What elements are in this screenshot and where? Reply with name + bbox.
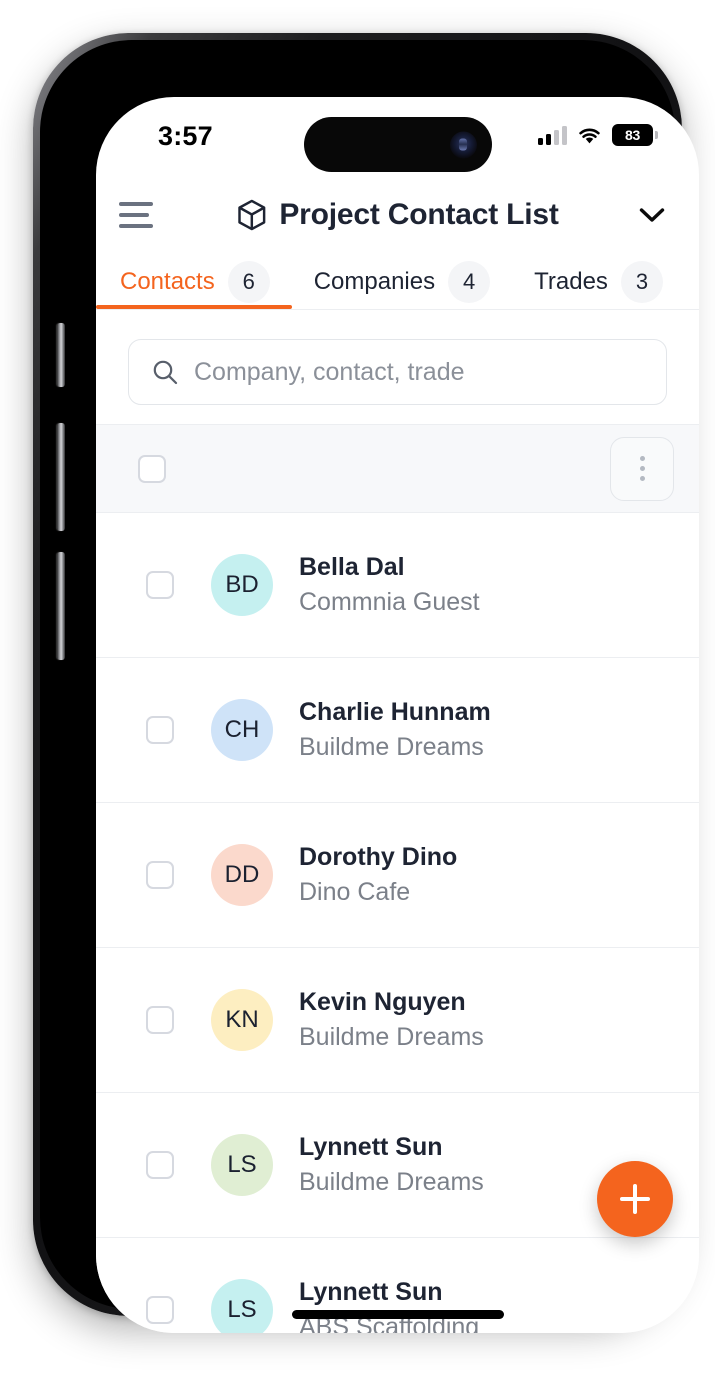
search-section: Company, contact, trade bbox=[96, 322, 699, 422]
tab-contacts[interactable]: Contacts 6 bbox=[96, 255, 292, 309]
battery-percent: 83 bbox=[625, 127, 640, 143]
chevron-down-icon[interactable] bbox=[635, 198, 669, 232]
tab-contacts-count: 6 bbox=[227, 261, 270, 303]
avatar: LS bbox=[211, 1279, 273, 1333]
row-checkbox[interactable] bbox=[146, 716, 174, 744]
volume-up-button[interactable] bbox=[57, 423, 65, 531]
row-text: Bella Dal Commnia Guest bbox=[299, 553, 480, 617]
battery-icon: 83 bbox=[612, 124, 658, 146]
tab-contacts-label: Contacts bbox=[120, 268, 215, 295]
contact-company: Buildme Dreams bbox=[299, 1023, 484, 1051]
status-time: 3:57 bbox=[158, 121, 213, 151]
cellular-signal-icon bbox=[538, 125, 567, 145]
table-row[interactable]: DD Dorothy Dino Dino Cafe bbox=[96, 803, 699, 948]
tab-trades-label: Trades bbox=[534, 268, 608, 295]
avatar: BD bbox=[211, 554, 273, 616]
page-title: Project Contact List bbox=[279, 198, 559, 231]
wifi-icon bbox=[579, 128, 600, 143]
contact-name: Lynnett Sun bbox=[299, 1278, 443, 1306]
row-text: Lynnett Sun ABS Scaffolding bbox=[299, 1278, 479, 1333]
hamburger-menu-icon[interactable] bbox=[119, 202, 153, 228]
contact-company: Commnia Guest bbox=[299, 588, 480, 616]
dynamic-island bbox=[303, 117, 492, 172]
contact-company: Dino Cafe bbox=[299, 878, 411, 906]
row-text: Charlie Hunnam Buildme Dreams bbox=[299, 698, 491, 762]
tab-companies[interactable]: Companies 4 bbox=[292, 255, 512, 309]
action-button[interactable] bbox=[57, 323, 65, 387]
contact-name: Dorothy Dino bbox=[299, 843, 458, 871]
contact-company: Buildme Dreams bbox=[299, 1168, 484, 1196]
header-title-group[interactable]: Project Contact List bbox=[236, 198, 559, 232]
tab-trades[interactable]: Trades 3 bbox=[512, 255, 673, 309]
phone-frame-bezel: 3:57 83 Project Contact List Contacts 6 … bbox=[40, 40, 699, 1333]
tab-companies-label: Companies bbox=[313, 268, 436, 295]
add-contact-fab[interactable] bbox=[597, 1161, 673, 1237]
contact-name: Kevin Nguyen bbox=[299, 988, 466, 1016]
row-text: Dorothy Dino Dino Cafe bbox=[299, 843, 457, 907]
search-input[interactable]: Company, contact, trade bbox=[128, 339, 667, 405]
tab-bar: Contacts 6 Companies 4 Trades 3 bbox=[96, 255, 699, 311]
row-checkbox[interactable] bbox=[146, 1151, 174, 1179]
row-checkbox[interactable] bbox=[146, 1296, 174, 1324]
contact-name: Lynnett Sun bbox=[299, 1133, 443, 1161]
search-placeholder: Company, contact, trade bbox=[194, 357, 465, 386]
avatar: DD bbox=[211, 844, 273, 906]
volume-down-button[interactable] bbox=[57, 552, 65, 660]
more-vertical-icon[interactable] bbox=[610, 436, 674, 501]
row-checkbox[interactable] bbox=[146, 571, 174, 599]
tab-trades-count: 3 bbox=[620, 261, 663, 303]
select-all-checkbox[interactable] bbox=[138, 454, 166, 483]
row-checkbox[interactable] bbox=[146, 1006, 174, 1034]
search-icon bbox=[153, 360, 178, 385]
table-row[interactable]: BD Bella Dal Commnia Guest bbox=[96, 513, 699, 658]
table-row[interactable]: KN Kevin Nguyen Buildme Dreams bbox=[96, 948, 699, 1093]
avatar: KN bbox=[211, 989, 273, 1051]
home-indicator[interactable] bbox=[291, 1310, 504, 1319]
front-camera-icon bbox=[449, 131, 477, 158]
tab-companies-count: 4 bbox=[448, 261, 491, 303]
tab-bar-divider bbox=[96, 309, 699, 310]
contact-name: Bella Dal bbox=[299, 553, 405, 581]
avatar: CH bbox=[211, 699, 273, 761]
contact-company: Buildme Dreams bbox=[299, 733, 484, 761]
row-text: Kevin Nguyen Buildme Dreams bbox=[299, 988, 484, 1052]
bulk-action-bar bbox=[96, 424, 699, 513]
row-text: Lynnett Sun Buildme Dreams bbox=[299, 1133, 484, 1197]
app-header: Project Contact List bbox=[96, 175, 699, 255]
table-row[interactable]: CH Charlie Hunnam Buildme Dreams bbox=[96, 658, 699, 803]
row-checkbox[interactable] bbox=[146, 861, 174, 889]
phone-screen: 3:57 83 Project Contact List Contacts 6 … bbox=[96, 97, 699, 1333]
phone-screenshot: 3:57 83 Project Contact List Contacts 6 … bbox=[0, 0, 715, 1395]
status-indicators: 83 bbox=[538, 124, 658, 146]
cube-icon bbox=[237, 199, 265, 231]
contact-name: Charlie Hunnam bbox=[299, 698, 491, 726]
avatar: LS bbox=[211, 1134, 273, 1196]
